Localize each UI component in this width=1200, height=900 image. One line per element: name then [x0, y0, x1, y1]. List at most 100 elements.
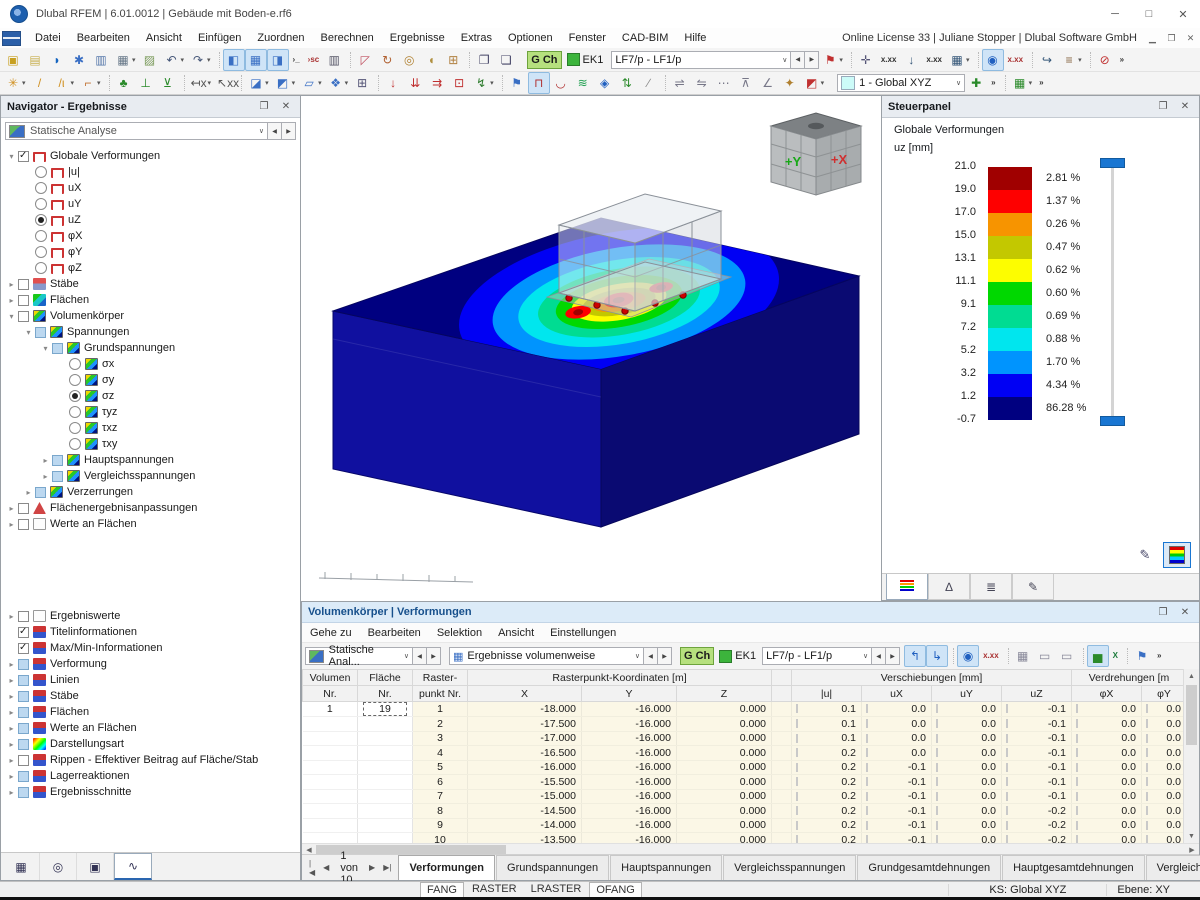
expander-icon[interactable]: ▸ [39, 456, 52, 465]
polyline-icon[interactable]: ⌐ ▾ [77, 72, 104, 94]
tree-item-label[interactable]: Ergebniswerte [50, 610, 120, 622]
tree-checkbox[interactable] [35, 230, 47, 242]
result-table-icon[interactable]: ▦ ▾ [946, 49, 973, 71]
tree-checkbox[interactable] [35, 246, 47, 258]
tree-item-label[interactable]: Max/Min-Informationen [50, 642, 163, 654]
expander-icon[interactable]: ▾ [5, 312, 18, 321]
scale-slider-track[interactable] [1111, 164, 1114, 422]
menu-item[interactable]: Ansicht [138, 30, 190, 46]
scale-slider-max-handle[interactable] [1100, 158, 1125, 168]
tree-item-label[interactable]: Vergleichsspannungen [84, 470, 195, 482]
navigator-close-button[interactable]: ✕ [278, 101, 294, 112]
abacus-icon[interactable]: ≡ ▾ [1058, 49, 1085, 71]
record-prev-button[interactable]: ◀ [320, 863, 332, 872]
col-uz[interactable]: uZ [1001, 685, 1073, 702]
tree-item[interactable]: ▾ Volumenkörper [5, 308, 300, 324]
col-phiy[interactable]: φY [1141, 685, 1188, 702]
col-uy[interactable]: uY [931, 685, 1003, 702]
tree-item[interactable]: |u| [22, 164, 300, 180]
menu-item[interactable]: Hilfe [676, 30, 714, 46]
loadcase-next-button[interactable]: ▶ [805, 50, 820, 69]
col-volumen[interactable]: Volumen [302, 669, 358, 686]
tree-item-label[interactable]: τxy [102, 438, 117, 450]
select-target-icon[interactable]: ◎▾ [398, 49, 420, 71]
analysis-next-button[interactable]: ▶ [282, 122, 296, 140]
show-curve-result-icon[interactable]: ◡▾ [550, 72, 572, 94]
panel-tab-colorscale[interactable] [886, 574, 928, 600]
expander-icon[interactable]: ▸ [5, 676, 18, 685]
expander-icon[interactable]: ▾ [5, 152, 18, 161]
tree-checkbox[interactable] [18, 518, 29, 530]
tree-checkbox[interactable] [18, 674, 29, 686]
table-menu-item[interactable]: Bearbeiten [360, 625, 429, 641]
table-view-icon[interactable]: ▦▾ [1007, 645, 1034, 667]
table-results-prev[interactable]: ◀ [644, 647, 658, 665]
tree-item-label[interactable]: Lagerreaktionen [50, 770, 130, 782]
navigator-tab-results[interactable]: ∿ [114, 853, 152, 880]
expander-icon[interactable]: ▸ [5, 660, 18, 669]
col-group-rotations[interactable]: Verdrehungen [m [1071, 669, 1188, 686]
result-beam-icon[interactable]: ↪▾ [1032, 49, 1058, 71]
cube-x-label[interactable]: +X [831, 152, 848, 167]
open-file-icon[interactable]: ▤▾ [24, 49, 46, 71]
line-i-icon[interactable]: /ι ▾ [51, 72, 78, 94]
table-loadcase-next[interactable]: ▶ [886, 647, 901, 665]
node-icon[interactable]: ✳ ▾ [2, 72, 29, 94]
result-xxx-icon[interactable]: x.xx▾ [979, 645, 1003, 667]
table-menu-item[interactable]: Ansicht [490, 625, 542, 641]
tree-item[interactable]: τxy [56, 436, 300, 452]
table-analysis-next[interactable]: ▶ [427, 647, 441, 665]
model-settings-icon[interactable]: ✱▾ [68, 49, 90, 71]
close-button[interactable]: ✕ [1166, 1, 1200, 28]
panel-scale-button[interactable] [1163, 542, 1191, 568]
tree-item-label[interactable]: φY [68, 246, 82, 258]
select-table-icon[interactable]: ⊞▾ [442, 49, 464, 71]
save-icon[interactable]: ▥▾ [90, 49, 112, 71]
expander-icon[interactable]: ▸ [5, 788, 18, 797]
table-vertical-scrollbar[interactable]: ▲ ▼ [1183, 669, 1199, 844]
tree-item-label[interactable]: Werte an Flächen [50, 518, 137, 530]
tree-checkbox[interactable] [18, 610, 29, 622]
col-ux[interactable]: uX [861, 685, 933, 702]
expander-icon[interactable]: ▾ [39, 344, 52, 353]
expander-icon[interactable]: ▸ [5, 520, 18, 529]
expander-icon[interactable]: ▸ [5, 280, 18, 289]
analysis-type-combo[interactable]: Statische Analyse ∨ [5, 122, 268, 140]
mesh-icon[interactable]: ❖ ▾ [325, 72, 352, 94]
tree-item-label[interactable]: φX [68, 230, 82, 242]
tree-item[interactable]: ▸ Verformung [5, 656, 300, 672]
tree-item[interactable]: σx [56, 356, 300, 372]
tree-item-label[interactable]: Globale Verformungen [50, 150, 160, 162]
tree-item[interactable]: ▾ Spannungen [22, 324, 300, 340]
loadcase-combo[interactable]: LF7/p - LF1/p ∨ [611, 50, 792, 69]
toggle-panel-icon[interactable]: ◨▾ [266, 48, 289, 71]
tree-item[interactable]: ▾ Grundspannungen [39, 340, 300, 356]
tree-item-label[interactable]: τxz [102, 422, 117, 434]
menu-item[interactable]: Berechnen [313, 30, 382, 46]
select-rotate-icon[interactable]: ↻▾ [376, 49, 398, 71]
col-u[interactable]: |u| [791, 685, 863, 702]
tree-item-label[interactable]: Ergebnisschnitte [50, 786, 131, 798]
result-diagram-icon[interactable]: ◉▾ [977, 48, 1004, 71]
tree-checkbox[interactable] [18, 706, 29, 718]
document-icon[interactable] [2, 30, 21, 46]
result-category-tab[interactable]: Hauptspannungen [610, 855, 723, 880]
table-results-mode-combo[interactable]: ▦ Ergebnisse volumenweise ∨ [449, 647, 644, 665]
import-icon[interactable]: ⊞▾ [351, 72, 373, 94]
mdi-restore-button[interactable]: ❐ [1162, 29, 1181, 47]
table-row[interactable]: 5 -16.000 -16.000 0.000 0.2 -0.1 0.0 -0.… [302, 760, 1188, 775]
values-grid-icon[interactable]: x.xx▾ [922, 49, 946, 71]
result-category-tab[interactable]: Grundspannungen [496, 855, 610, 880]
table-menu-item[interactable]: Gehe zu [302, 625, 360, 641]
menu-item[interactable]: Ergebnisse [382, 30, 453, 46]
result-chart-icon[interactable]: ▅▾ [1082, 645, 1109, 667]
tree-item[interactable]: ▸ Werte an Flächen [5, 516, 300, 532]
windows2-icon[interactable]: ❏▾ [495, 49, 517, 71]
result-category-tab[interactable]: Hauptgesamtdehnungen [1002, 855, 1145, 880]
tree-checkbox[interactable] [18, 738, 29, 750]
printout-report-icon[interactable]: ▨▾ [139, 49, 161, 71]
tree-checkbox[interactable] [18, 642, 29, 654]
panel-tab-edit[interactable]: ✎ [1012, 574, 1054, 600]
display-style-icon[interactable]: ◩ ▾ [801, 72, 828, 94]
menu-item[interactable]: Einfügen [190, 30, 249, 46]
